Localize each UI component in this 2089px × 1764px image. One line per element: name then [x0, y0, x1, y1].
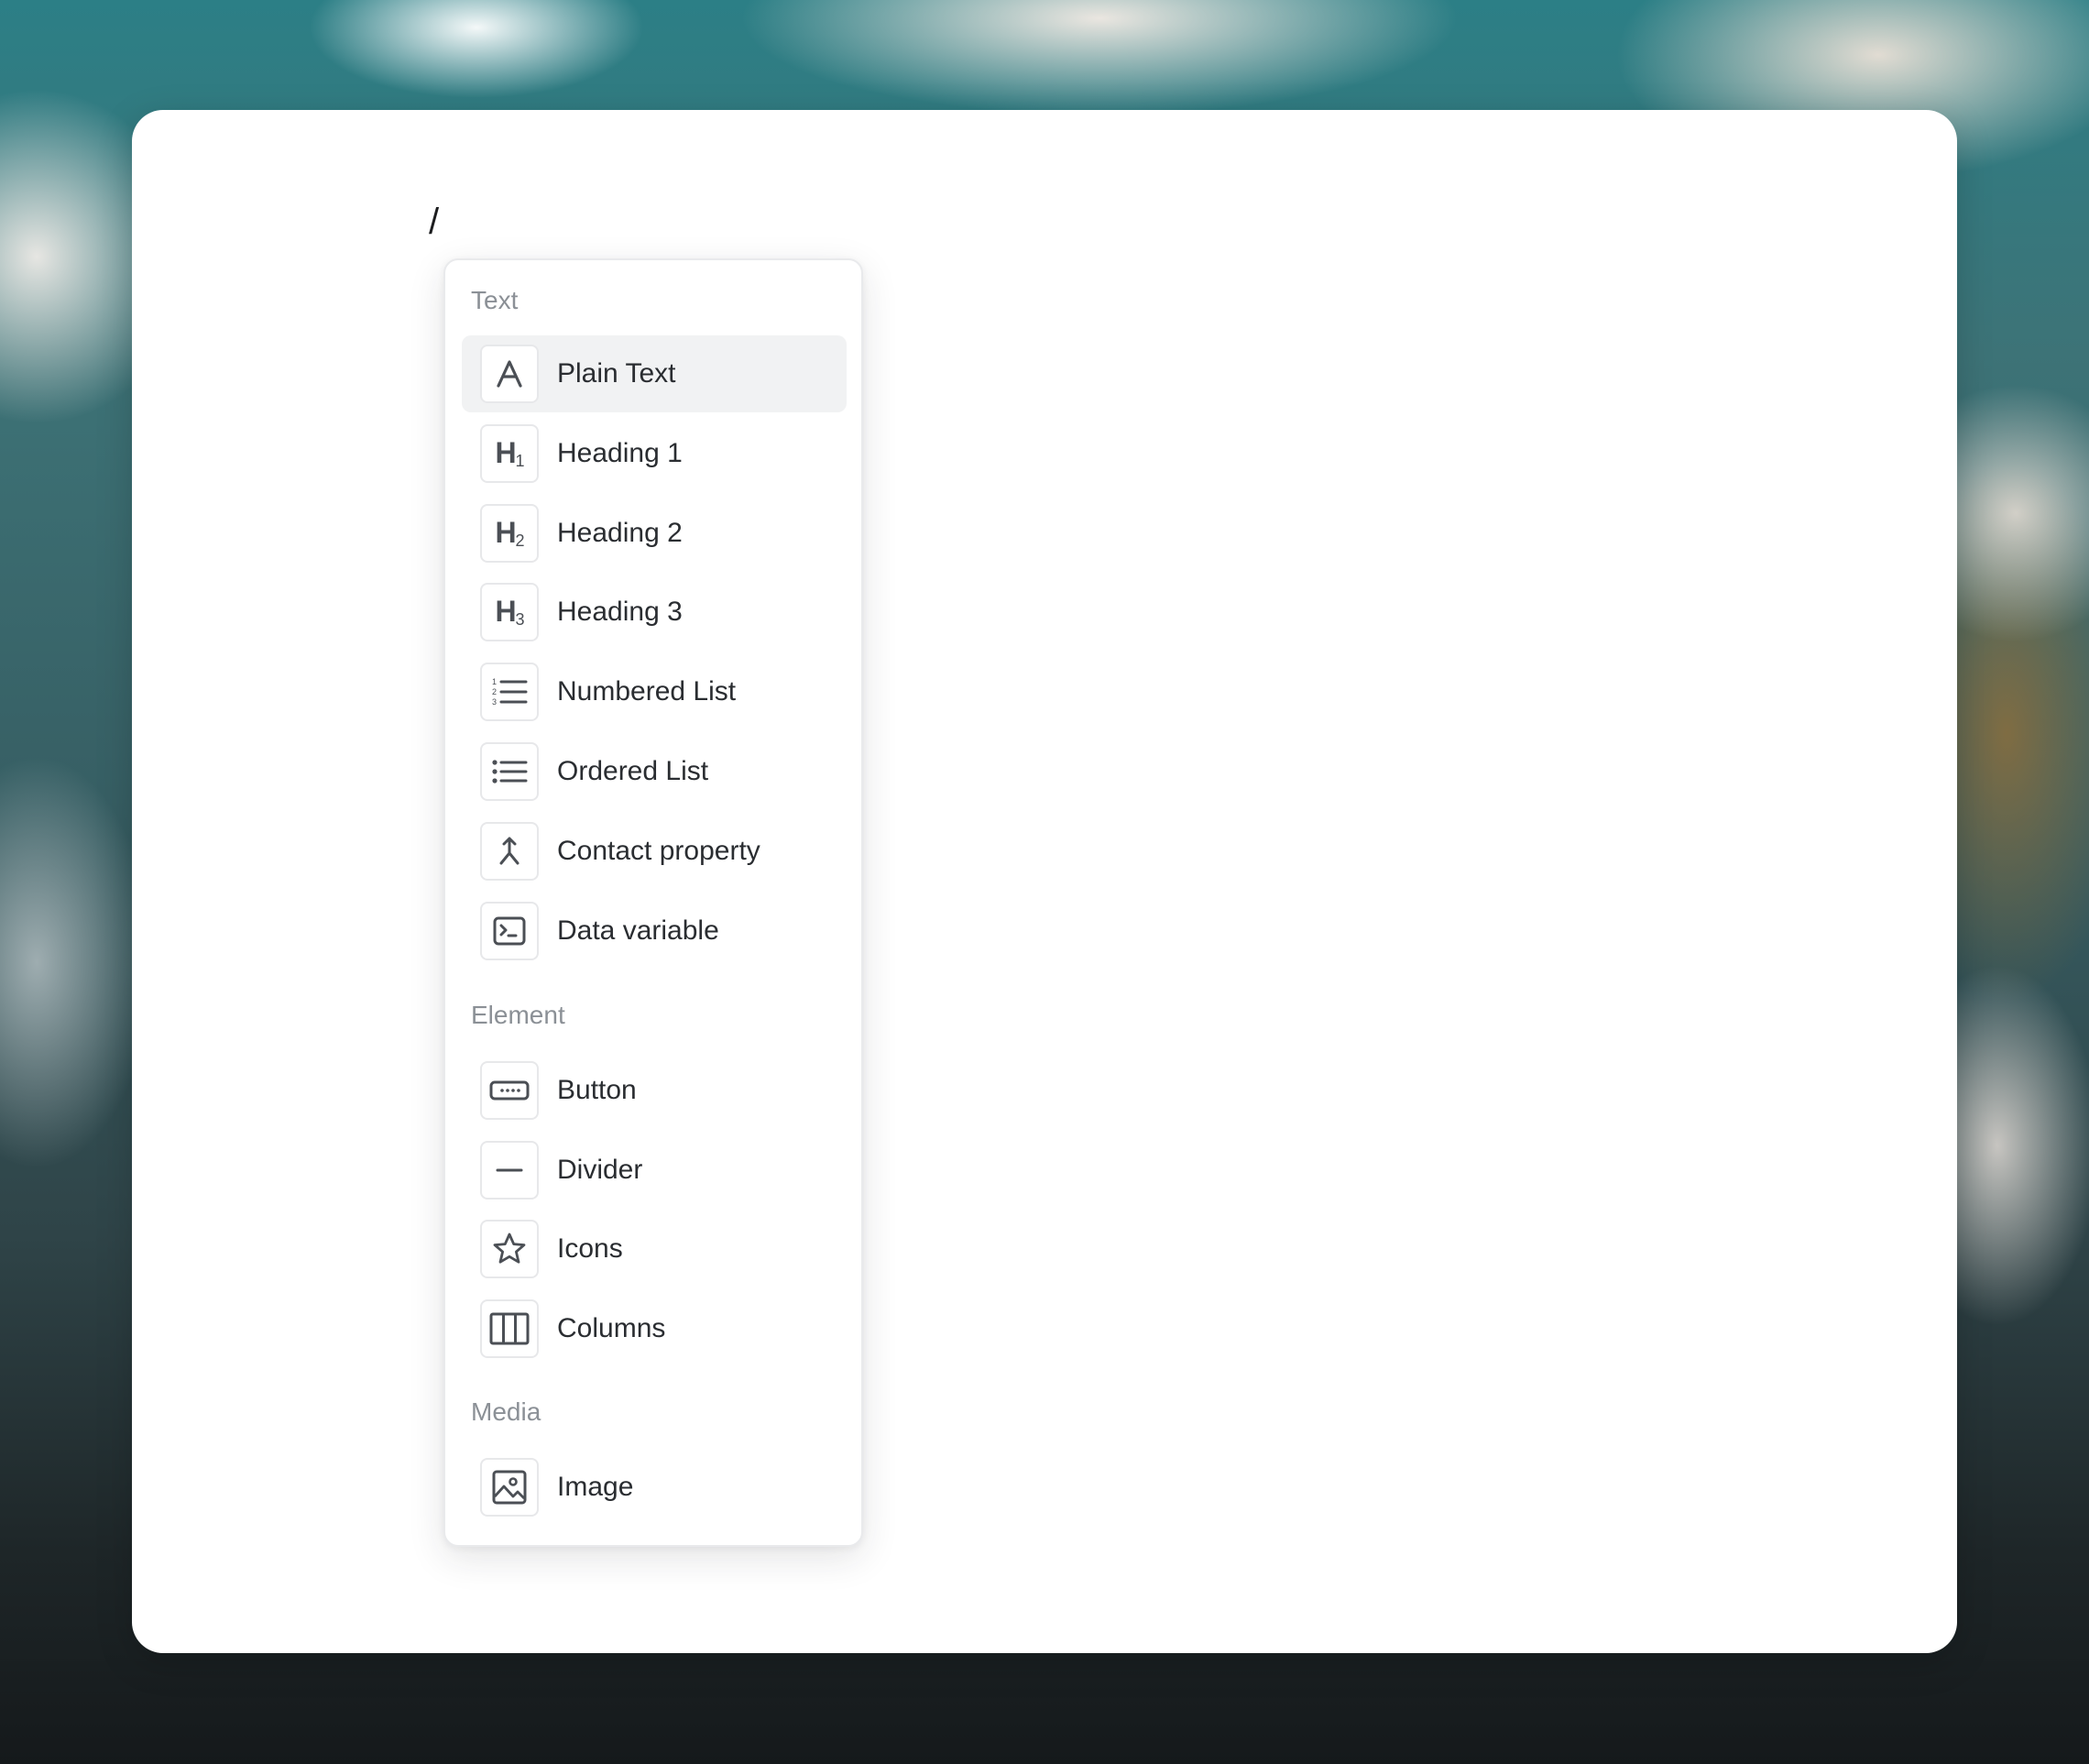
star-icon [480, 1220, 539, 1278]
menu-item-label: Heading 1 [557, 438, 683, 468]
editor-text-cursor[interactable]: / [429, 202, 439, 243]
heading-2-icon: H2 [480, 504, 539, 563]
columns-icon [480, 1299, 539, 1358]
svg-text:1: 1 [492, 677, 497, 686]
menu-item-label: Contact property [557, 836, 760, 866]
menu-item-heading-3[interactable]: H3 Heading 3 [462, 574, 847, 651]
menu-item-label: Divider [557, 1155, 643, 1185]
bullet-list-icon [480, 742, 539, 801]
plain-text-icon [480, 345, 539, 403]
menu-item-label: Plain Text [557, 358, 676, 389]
section-label-element: Element [471, 1001, 565, 1029]
menu-item-heading-1[interactable]: H1 Heading 1 [462, 415, 847, 492]
menu-item-label: Numbered List [557, 676, 737, 707]
menu-item-label: Data variable [557, 915, 719, 946]
menu-item-icons[interactable]: Icons [462, 1211, 847, 1287]
heading-1-icon: H1 [480, 424, 539, 483]
menu-item-label: Image [557, 1472, 634, 1502]
image-icon [480, 1458, 539, 1517]
menu-item-label: Heading 2 [557, 518, 683, 548]
menu-item-ordered-list[interactable]: Ordered List [462, 733, 847, 810]
section-label-media: Media [471, 1397, 541, 1426]
heading-3-icon: H3 [480, 583, 539, 641]
numbered-list-icon: 1 2 3 [480, 663, 539, 721]
menu-item-label: Button [557, 1075, 637, 1105]
menu-item-button[interactable]: Button [462, 1052, 847, 1129]
menu-item-label: Columns [557, 1313, 666, 1343]
menu-item-data-variable[interactable]: Data variable [462, 893, 847, 970]
menu-item-label: Icons [557, 1233, 623, 1264]
divider-icon [480, 1141, 539, 1200]
menu-item-label: Heading 3 [557, 597, 683, 627]
menu-item-heading-2[interactable]: H2 Heading 2 [462, 495, 847, 572]
svg-text:2: 2 [492, 687, 497, 696]
menu-item-divider[interactable]: Divider [462, 1132, 847, 1209]
svg-text:3: 3 [492, 697, 497, 707]
button-icon [480, 1061, 539, 1120]
section-label-text: Text [471, 286, 519, 314]
menu-item-numbered-list[interactable]: 1 2 3 Numbered List [462, 653, 847, 730]
slash-command-menu: Text Plain Text H1 Heading 1 H2 Heading … [443, 258, 863, 1547]
editor-card: / Text Plain Text H1 Heading 1 H2 Headin… [132, 110, 1957, 1653]
menu-item-label: Ordered List [557, 756, 709, 786]
menu-item-image[interactable]: Image [462, 1449, 847, 1526]
terminal-icon [480, 902, 539, 960]
menu-item-columns[interactable]: Columns [462, 1290, 847, 1367]
merge-icon [480, 822, 539, 881]
menu-item-plain-text[interactable]: Plain Text [462, 335, 847, 412]
menu-item-contact-property[interactable]: Contact property [462, 813, 847, 890]
